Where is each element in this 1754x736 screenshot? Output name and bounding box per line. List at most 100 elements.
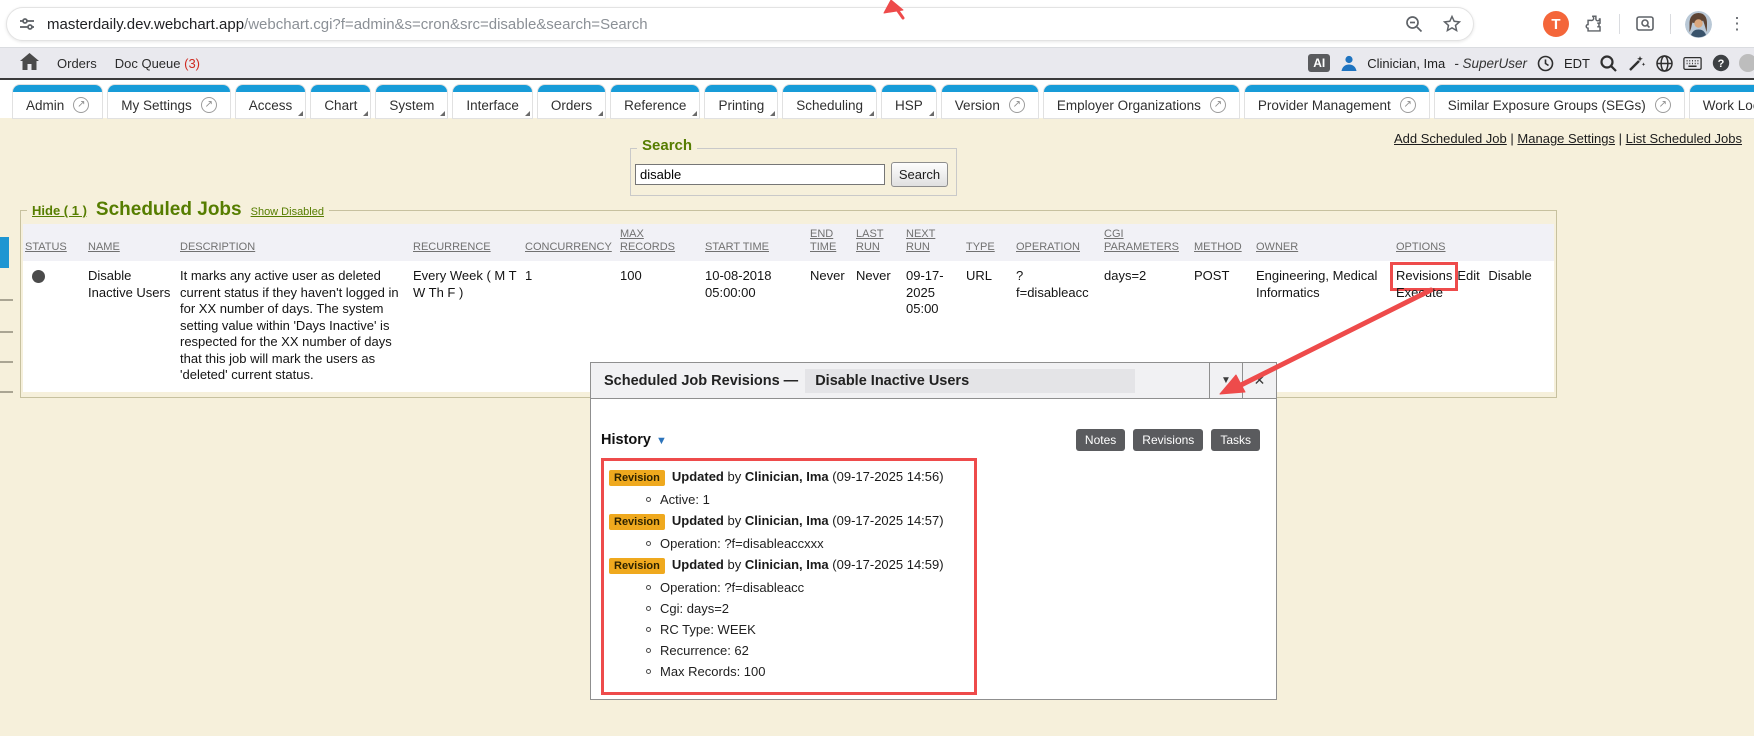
manage-settings-link[interactable]: Manage Settings [1517, 131, 1615, 146]
modal-header[interactable]: Scheduled Job Revisions — Disable Inacti… [591, 363, 1276, 399]
tab-provider-management[interactable]: Provider Management↗ [1245, 85, 1429, 118]
show-disabled-link[interactable]: Show Disabled [251, 206, 324, 218]
tab-label: Provider Management [1258, 98, 1391, 113]
revisions-button[interactable]: Revisions [1133, 429, 1203, 451]
column-header-last-run[interactable]: LAST RUN [854, 224, 904, 261]
column-header-next-run[interactable]: NEXT RUN [904, 224, 964, 261]
revision-timestamp: (09-17-2025 14:59) [832, 557, 943, 572]
column-header-status[interactable]: STATUS [23, 224, 86, 261]
revision-badge: Revision [609, 514, 665, 530]
revision-user: Clinician, Ima [745, 469, 829, 484]
bullet-icon [646, 669, 651, 674]
user-name[interactable]: Clinician, Ima [1367, 56, 1445, 71]
revision-entry-header: RevisionUpdated by Clinician, Ima (09-17… [609, 510, 974, 533]
disable-option-link[interactable]: Disable [1488, 268, 1531, 285]
extensions-puzzle-icon[interactable] [1583, 13, 1605, 35]
timezone-label[interactable]: EDT [1564, 56, 1590, 71]
tab-my-settings[interactable]: My Settings↗ [108, 85, 230, 118]
tab-system[interactable]: System [376, 85, 447, 118]
column-header-start-time[interactable]: START TIME [703, 224, 808, 261]
keyboard-icon[interactable] [1683, 54, 1702, 73]
add-scheduled-job-link[interactable]: Add Scheduled Job [1394, 131, 1507, 146]
tab-label: Orders [551, 98, 592, 113]
doc-queue-label: Doc Queue [115, 56, 181, 71]
tab-similar-exposure-groups[interactable]: Similar Exposure Groups (SEGs)↗ [1435, 85, 1684, 118]
history-row: History▼ Notes Revisions Tasks [601, 429, 1262, 451]
column-header-recurrence[interactable]: RECURRENCE [411, 224, 523, 261]
column-header-name[interactable]: NAME [86, 224, 178, 261]
history-dropdown[interactable]: History▼ [601, 431, 667, 449]
toolbar-link-doc-queue[interactable]: Doc Queue (3) [115, 56, 200, 71]
column-header-end-time[interactable]: END TIME [808, 224, 854, 261]
column-header-owner[interactable]: OWNER [1254, 224, 1394, 261]
column-header-cgi-parameters[interactable]: CGI PARAMETERS [1102, 224, 1192, 261]
notes-button[interactable]: Notes [1076, 429, 1125, 451]
hide-link[interactable]: Hide ( 1 ) [32, 203, 87, 218]
tasks-button[interactable]: Tasks [1211, 429, 1260, 451]
column-header-options[interactable]: OPTIONS [1394, 224, 1554, 261]
url-omnibox[interactable]: masterdaily.dev.webchart.app/webchart.cg… [6, 7, 1474, 41]
ai-badge[interactable]: AI [1308, 54, 1330, 72]
tab-access[interactable]: Access [236, 85, 306, 118]
tab-scheduling[interactable]: Scheduling [783, 85, 876, 118]
revision-detail: Max Records: 100 [646, 661, 974, 682]
tab-version[interactable]: Version↗ [942, 85, 1038, 118]
search-input[interactable] [635, 164, 885, 185]
column-header-concurrency[interactable]: CONCURRENCY [523, 224, 618, 261]
revisions-option-link[interactable]: Revisions [1396, 268, 1452, 285]
tab-admin[interactable]: Admin↗ [13, 85, 102, 118]
revision-detail: Cgi: days=2 [646, 598, 974, 619]
app-toolbar: Orders Doc Queue (3) AI Clinician, Ima -… [0, 48, 1754, 80]
separator: | [1510, 131, 1513, 146]
page: masterdaily.dev.webchart.app/webchart.cg… [0, 0, 1754, 736]
tab-reference[interactable]: Reference [611, 85, 699, 118]
modal-title: Scheduled Job Revisions — [604, 373, 798, 389]
edit-option-link[interactable]: Edit [1457, 268, 1479, 285]
tab-search-icon[interactable] [1634, 13, 1656, 35]
tab-menu-tick-icon [440, 111, 445, 116]
tab-label: My Settings [121, 98, 192, 113]
help-icon[interactable]: ? [1711, 54, 1730, 73]
site-settings-icon[interactable] [17, 14, 37, 34]
tab-orders[interactable]: Orders [538, 85, 605, 118]
browser-address-bar: masterdaily.dev.webchart.app/webchart.cg… [0, 0, 1754, 48]
magic-wand-icon[interactable] [1627, 54, 1646, 73]
modal-close-button[interactable]: ✕ [1243, 363, 1276, 398]
bookmark-star-icon[interactable] [1441, 13, 1463, 35]
bullet-icon [646, 606, 651, 611]
tab-label: Scheduling [796, 98, 863, 113]
globe-icon[interactable] [1655, 54, 1674, 73]
url-text[interactable]: masterdaily.dev.webchart.app/webchart.cg… [47, 16, 648, 33]
column-header-operation[interactable]: OPERATION [1014, 224, 1102, 261]
toolbar-link-orders[interactable]: Orders [57, 56, 97, 71]
divider [1670, 14, 1671, 34]
revision-timestamp: (09-17-2025 14:57) [832, 513, 943, 528]
revision-entry-header: RevisionUpdated by Clinician, Ima (09-17… [609, 466, 974, 489]
modal-collapse-button[interactable]: ▼ [1210, 363, 1243, 398]
modal-title-area: Scheduled Job Revisions — Disable Inacti… [591, 363, 1210, 398]
column-header-description[interactable]: DESCRIPTION [178, 224, 411, 261]
tab-employer-organizations[interactable]: Employer Organizations↗ [1044, 85, 1239, 118]
tab-menu-tick-icon [363, 111, 368, 116]
revision-by: by [727, 469, 741, 484]
column-header-type[interactable]: TYPE [964, 224, 1014, 261]
revision-detail: Operation: ?f=disableaccxxx [646, 533, 974, 554]
column-header-method[interactable]: METHOD [1192, 224, 1254, 261]
execute-option-link[interactable]: Execute [1396, 285, 1443, 302]
revision-detail: Recurrence: 62 [646, 640, 974, 661]
tab-work-locations[interactable]: Work Locations↗ [1690, 85, 1754, 118]
tab-interface[interactable]: Interface [453, 85, 532, 118]
search-button[interactable]: Search [891, 162, 948, 187]
zoom-out-icon[interactable] [1403, 13, 1425, 35]
search-fieldset: Search Search [630, 148, 957, 196]
tab-chart[interactable]: Chart [311, 85, 370, 118]
list-scheduled-jobs-link[interactable]: List Scheduled Jobs [1626, 131, 1742, 146]
browser-menu-icon[interactable]: ⋮ [1726, 13, 1748, 35]
search-icon[interactable] [1599, 54, 1618, 73]
tab-hsp[interactable]: HSP [882, 85, 936, 118]
column-header-max-records[interactable]: MAX RECORDS [618, 224, 703, 261]
extension-t-icon[interactable]: T [1543, 11, 1569, 37]
tab-printing[interactable]: Printing [705, 85, 777, 118]
browser-profile-avatar[interactable] [1685, 11, 1712, 38]
home-icon[interactable] [20, 53, 39, 73]
